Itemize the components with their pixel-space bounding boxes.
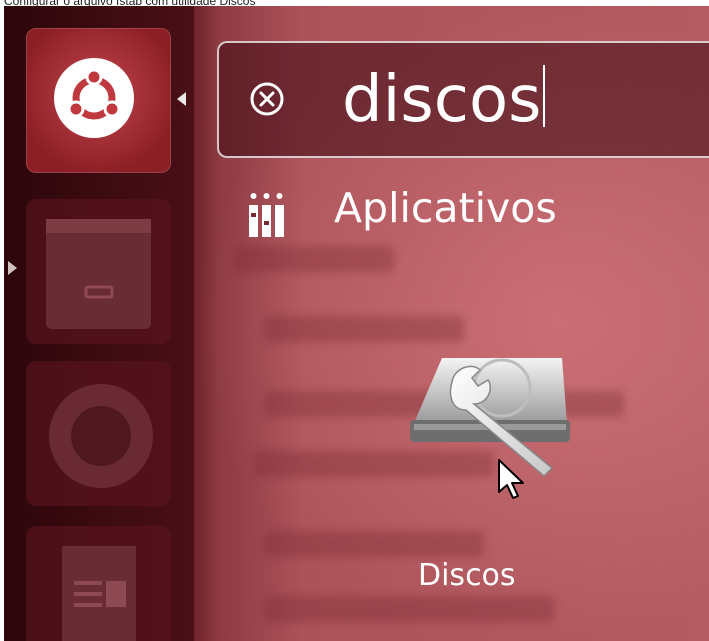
clear-icon[interactable] [249,81,285,117]
search-input[interactable]: discos [342,55,546,145]
mouse-pointer-icon [498,459,524,499]
running-indicator-icon [8,261,17,275]
search-field[interactable]: discos [217,41,709,158]
writer-button[interactable] [26,526,171,641]
app-label: Discos [418,558,516,593]
file-cabinet-icon [46,219,151,329]
active-indicator-icon [177,92,186,106]
disk-utility-icon [410,358,570,478]
blurred-item [234,246,394,272]
firefox-icon [49,384,153,488]
screenshot-frame: discos Aplicativos Discos [4,6,709,641]
blurred-item [264,596,554,622]
search-query: discos [342,63,542,137]
document-icon [62,546,136,641]
firefox-button[interactable] [26,361,171,506]
app-result-discos[interactable]: Discos [376,336,576,593]
text-caret [543,65,546,127]
applications-icon [249,193,284,237]
launcher [4,6,194,641]
ubuntu-logo-icon [54,58,134,138]
category-label: Aplicativos [334,184,557,232]
files-button[interactable] [26,199,171,344]
ubuntu-dash-button[interactable] [26,28,171,173]
